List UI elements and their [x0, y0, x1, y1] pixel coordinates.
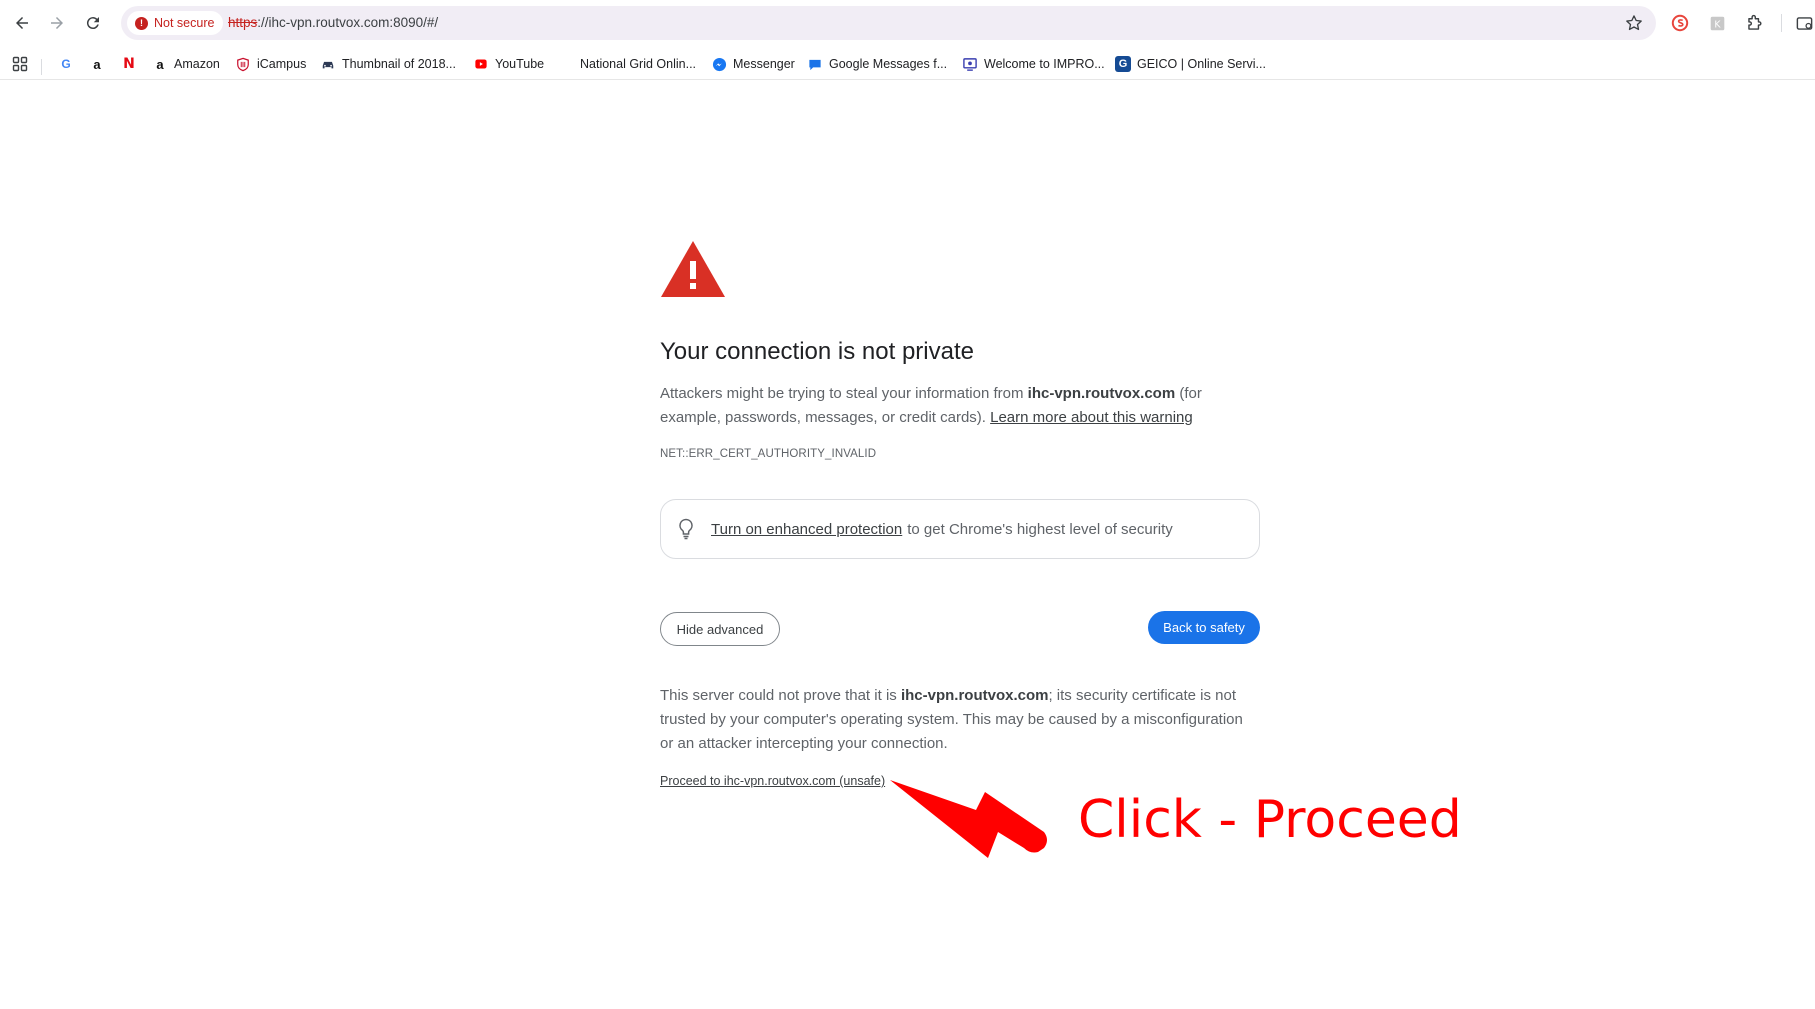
bookmark-label: iCampus [257, 57, 307, 71]
description-text: Attackers might be trying to steal your … [660, 385, 1028, 402]
bookmark-label: Thumbnail of 2018... [342, 57, 456, 71]
url-text[interactable]: https://ihc-vpn.routvox.com:8090/#/ [228, 15, 438, 30]
bookmarks-bar: G a N a Amazon iCampus Thumbnail of 2018… [0, 46, 1815, 80]
advanced-details: This server could not prove that it is i… [660, 684, 1260, 756]
amazon-icon: a [156, 56, 164, 72]
amazon-icon: a [93, 56, 101, 72]
bookmark-icampus[interactable]: iCampus [235, 53, 306, 75]
google-icon: G [61, 57, 71, 71]
hide-advanced-button[interactable]: Hide advanced [660, 612, 780, 646]
enhanced-protection-box: Turn on enhanced protection to get Chrom… [660, 499, 1260, 559]
url-scheme: https [228, 15, 258, 30]
bookmark-star-icon[interactable] [1624, 13, 1644, 33]
bookmark-welcome-impro[interactable]: Welcome to IMPRO... [962, 53, 1105, 75]
shield-extension-icon[interactable] [1669, 12, 1691, 34]
warning-description: Attackers might be trying to steal your … [660, 382, 1260, 430]
bookmark-google-messages[interactable]: Google Messages f... [807, 53, 947, 75]
bookmark-messenger[interactable]: Messenger [711, 53, 795, 75]
car-icon [320, 56, 336, 72]
not-secure-chip[interactable]: ! Not secure [127, 11, 224, 35]
error-code: NET::ERR_CERT_AUTHORITY_INVALID [660, 448, 877, 460]
bookmark-label: Welcome to IMPRO... [984, 57, 1105, 71]
details-text: This server could not prove that it is [660, 687, 901, 704]
translate-extension-icon[interactable]: K [1706, 12, 1728, 34]
warning-triangle-icon [661, 241, 725, 297]
domain-name: ihc-vpn.routvox.com [1027, 385, 1176, 402]
blank-icon [558, 56, 574, 72]
geico-icon: G [1115, 56, 1131, 72]
netflix-icon: N [123, 56, 135, 72]
messages-icon [807, 56, 823, 72]
bookmark-youtube[interactable]: YouTube [473, 53, 544, 75]
forward-icon[interactable] [43, 9, 71, 37]
reload-icon[interactable] [79, 9, 107, 37]
monitor-icon [962, 56, 978, 72]
lightbulb-icon [679, 518, 693, 540]
shield-icon [235, 56, 251, 72]
address-bar[interactable]: ! Not secure https://ihc-vpn.routvox.com… [121, 6, 1656, 40]
bookmark-thumbnail[interactable]: Thumbnail of 2018... [320, 53, 456, 75]
apps-grid-button[interactable] [12, 53, 28, 75]
back-icon[interactable] [8, 9, 36, 37]
learn-more-link[interactable]: Learn more about this warning [990, 409, 1193, 426]
browser-toolbar: ! Not secure https://ihc-vpn.routvox.com… [0, 0, 1815, 46]
red-arrow-annotation [890, 780, 1047, 858]
bookmark-label: Amazon [174, 57, 220, 71]
enhanced-protection-text: to get Chrome's highest level of securit… [907, 520, 1173, 538]
extensions-puzzle-icon[interactable] [1743, 12, 1765, 34]
bookmark-label: National Grid Onlin... [580, 57, 697, 71]
bookmark-amazon[interactable]: a Amazon [152, 53, 220, 75]
svg-text:K: K [1714, 19, 1721, 30]
youtube-icon [473, 56, 489, 72]
enhanced-protection-link[interactable]: Turn on enhanced protection [711, 521, 902, 538]
bookmark-amazon-icon-only[interactable]: a [89, 53, 105, 75]
bookmark-netflix[interactable]: N [121, 53, 137, 75]
bookmark-label: GEICO | Online Servi... [1137, 57, 1266, 71]
domain-name: ihc-vpn.routvox.com [900, 687, 1049, 704]
proceed-unsafe-link[interactable]: Proceed to ihc-vpn.routvox.com (unsafe) [660, 774, 885, 788]
side-panel-icon[interactable] [1793, 12, 1815, 34]
bookmark-national-grid[interactable]: National Grid Onlin... [558, 53, 696, 75]
bookmark-google[interactable]: G [58, 53, 74, 75]
not-secure-label: Not secure [154, 16, 215, 30]
back-to-safety-button[interactable]: Back to safety [1148, 611, 1260, 644]
toolbar-divider [1781, 14, 1782, 32]
page-title: Your connection is not private [660, 338, 974, 365]
url-rest: ://ihc-vpn.routvox.com:8090/#/ [257, 15, 439, 30]
annotation-label: Click - Proceed [1078, 790, 1462, 850]
bookmark-geico[interactable]: G GEICO | Online Servi... [1115, 53, 1266, 75]
bookmark-label: Google Messages f... [829, 57, 948, 71]
messenger-icon [711, 56, 727, 72]
apps-grid-icon [12, 56, 28, 72]
bookmark-label: YouTube [495, 57, 545, 71]
bookmark-label: Messenger [733, 57, 795, 71]
warning-icon: ! [135, 16, 148, 30]
bookmarks-separator [41, 59, 42, 75]
